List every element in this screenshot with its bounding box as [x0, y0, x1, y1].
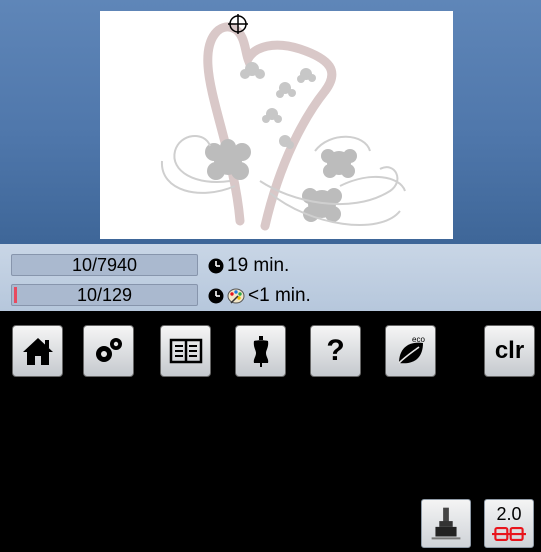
creative-consultant-button[interactable] [235, 325, 286, 377]
total-time: 19 min. [208, 255, 289, 277]
clear-button[interactable]: clr [484, 325, 535, 377]
book-icon [169, 338, 202, 364]
clock-icon [208, 258, 224, 274]
leaf-icon: eco [397, 335, 425, 364]
color-time: <1 min. [208, 285, 311, 307]
color-time-value: <1 min. [248, 285, 311, 306]
settings-button[interactable] [83, 325, 134, 377]
color-counter-value: 10/129 [76, 285, 133, 305]
clock-icon [208, 288, 224, 304]
status-bar: 10/7940 10/129 19 min. <1 min. 2.0 [0, 244, 541, 548]
stitch-counter: 10/7940 [11, 254, 198, 276]
embroidery-design-preview [160, 22, 406, 231]
dress-form-icon [253, 336, 268, 367]
presser-foot-button[interactable] [421, 499, 471, 548]
help-button[interactable]: ? [310, 325, 361, 377]
palette-icon [227, 288, 245, 304]
bottom-navigation-bar: ? eco clr [0, 311, 541, 383]
center-crosshair-icon [228, 14, 248, 34]
tutorial-button[interactable] [160, 325, 211, 377]
stitch-counter-value: 10/7940 [71, 255, 138, 275]
hoop-frame-icon [492, 526, 526, 542]
embroidery-hoop[interactable] [100, 11, 453, 239]
clear-label: clr [494, 337, 525, 364]
embroidery-screen: 10/7940 10/129 19 min. <1 min. 2.0 ? eco… [0, 0, 541, 548]
question-icon: ? [326, 334, 345, 367]
eco-label: eco [412, 335, 425, 344]
presser-foot-icon [431, 507, 461, 540]
hoop-size-button[interactable]: 2.0 [484, 499, 534, 548]
color-counter: 10/129 [11, 284, 198, 306]
total-time-value: 19 min. [227, 255, 290, 276]
gears-icon [95, 338, 122, 362]
eco-button[interactable]: eco [385, 325, 436, 377]
color-progress-indicator [14, 287, 17, 303]
home-icon [22, 338, 53, 365]
hoop-display-area [0, 0, 541, 244]
hoop-size-value: 2.0 [496, 504, 522, 524]
home-button[interactable] [12, 325, 63, 377]
